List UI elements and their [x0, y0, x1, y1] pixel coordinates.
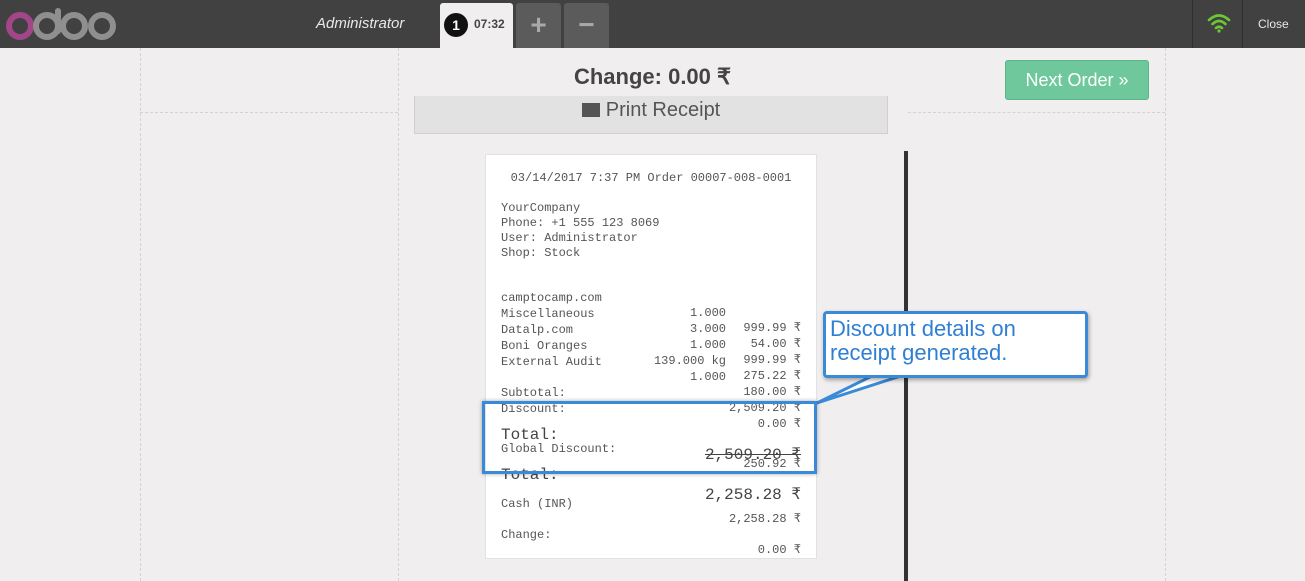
annotation-line: receipt generated. [830, 340, 1008, 365]
annotation-callout: Discount details on receipt generated. [823, 311, 1088, 378]
annotation-line: Discount details on [830, 316, 1016, 341]
callout-pointer [815, 372, 909, 405]
discount-highlight-box [482, 401, 817, 474]
